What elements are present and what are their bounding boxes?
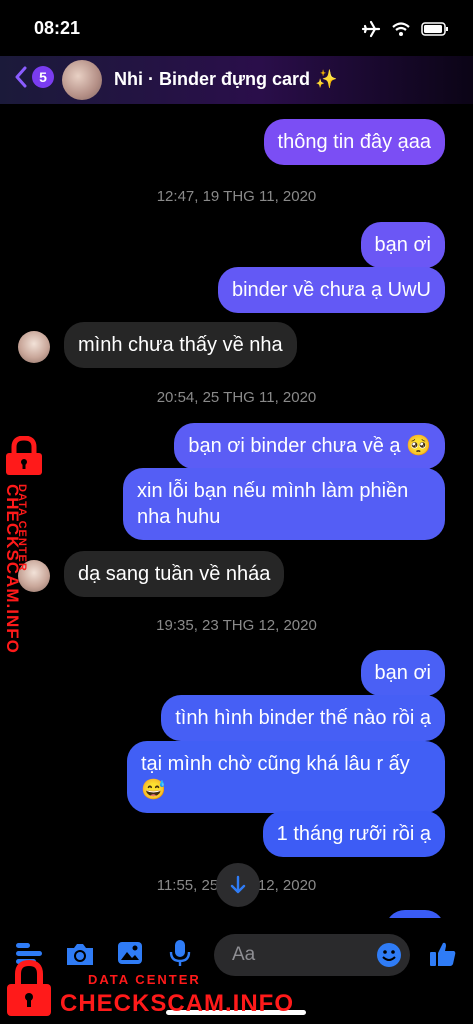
conversation-title[interactable]: Nhi · Binder đựng card ✨ — [114, 69, 337, 90]
arrow-down-icon — [230, 875, 246, 894]
message-outgoing[interactable]: binder về chưa ạ UwU — [217, 267, 445, 313]
message-incoming[interactable]: dạ sang tuần về nháa — [64, 551, 285, 597]
watermark-bottom: DATA CENTER CHECKSCAM.INFO — [4, 960, 294, 1020]
message-outgoing[interactable]: 1 tháng rưỡi rồi ạ — [262, 811, 445, 857]
message-outgoing[interactable]: bạn ơi binder chưa về ạ 🥺 — [174, 423, 445, 469]
contact-avatar[interactable] — [62, 60, 102, 100]
timestamp: 20:54, 25 THG 11, 2020 — [156, 389, 317, 406]
unread-count-badge: 5 — [32, 66, 54, 88]
status-bar: 08:21 — [0, 0, 473, 56]
padlock-icon — [6, 435, 42, 475]
watermark-side: DATA CENTER CHECKSCAM.INFO — [2, 435, 50, 666]
chat-header: 5 Nhi · Binder đựng card ✨ — [0, 56, 473, 104]
battery-icon — [421, 22, 448, 36]
scroll-to-bottom-button[interactable] — [216, 863, 260, 907]
padlock-icon — [7, 960, 51, 1016]
back-button[interactable]: 5 — [14, 66, 54, 88]
emoji-icon[interactable] — [376, 942, 402, 968]
message-outgoing[interactable]: bạn ơi — [360, 222, 445, 268]
timestamp: 12:47, 19 THG 11, 2020 — [156, 188, 317, 205]
status-time: 08:21 — [34, 18, 81, 38]
timestamp: 19:35, 23 THG 12, 2020 — [156, 617, 317, 634]
sender-avatar[interactable] — [18, 331, 50, 363]
message-outgoing[interactable]: tại mình chờ cũng khá lâu r ấy 😅 — [127, 741, 445, 813]
message-outgoing[interactable]: xin lỗi bạn nếu mình làm phiền nha huhu — [123, 468, 445, 540]
thumbs-up-icon[interactable] — [428, 940, 458, 968]
watermark-side-line2: CHECKSCAM.INFO — [3, 484, 22, 654]
message-outgoing[interactable]: bạn ơi — [360, 650, 445, 696]
message-outgoing[interactable]: thông tin đây ạaa — [263, 119, 445, 165]
airplane-icon — [361, 20, 381, 38]
message-incoming[interactable]: mình chưa thấy về nha — [64, 322, 297, 368]
watermark-bottom-line1: DATA CENTER — [88, 972, 201, 987]
watermark-bottom-line2: CHECKSCAM.INFO — [60, 990, 294, 1017]
message-outgoing[interactable]: tình hình binder thế nào rồi ạ — [161, 695, 445, 741]
chevron-left-icon — [15, 66, 27, 88]
wifi-icon — [392, 22, 410, 36]
